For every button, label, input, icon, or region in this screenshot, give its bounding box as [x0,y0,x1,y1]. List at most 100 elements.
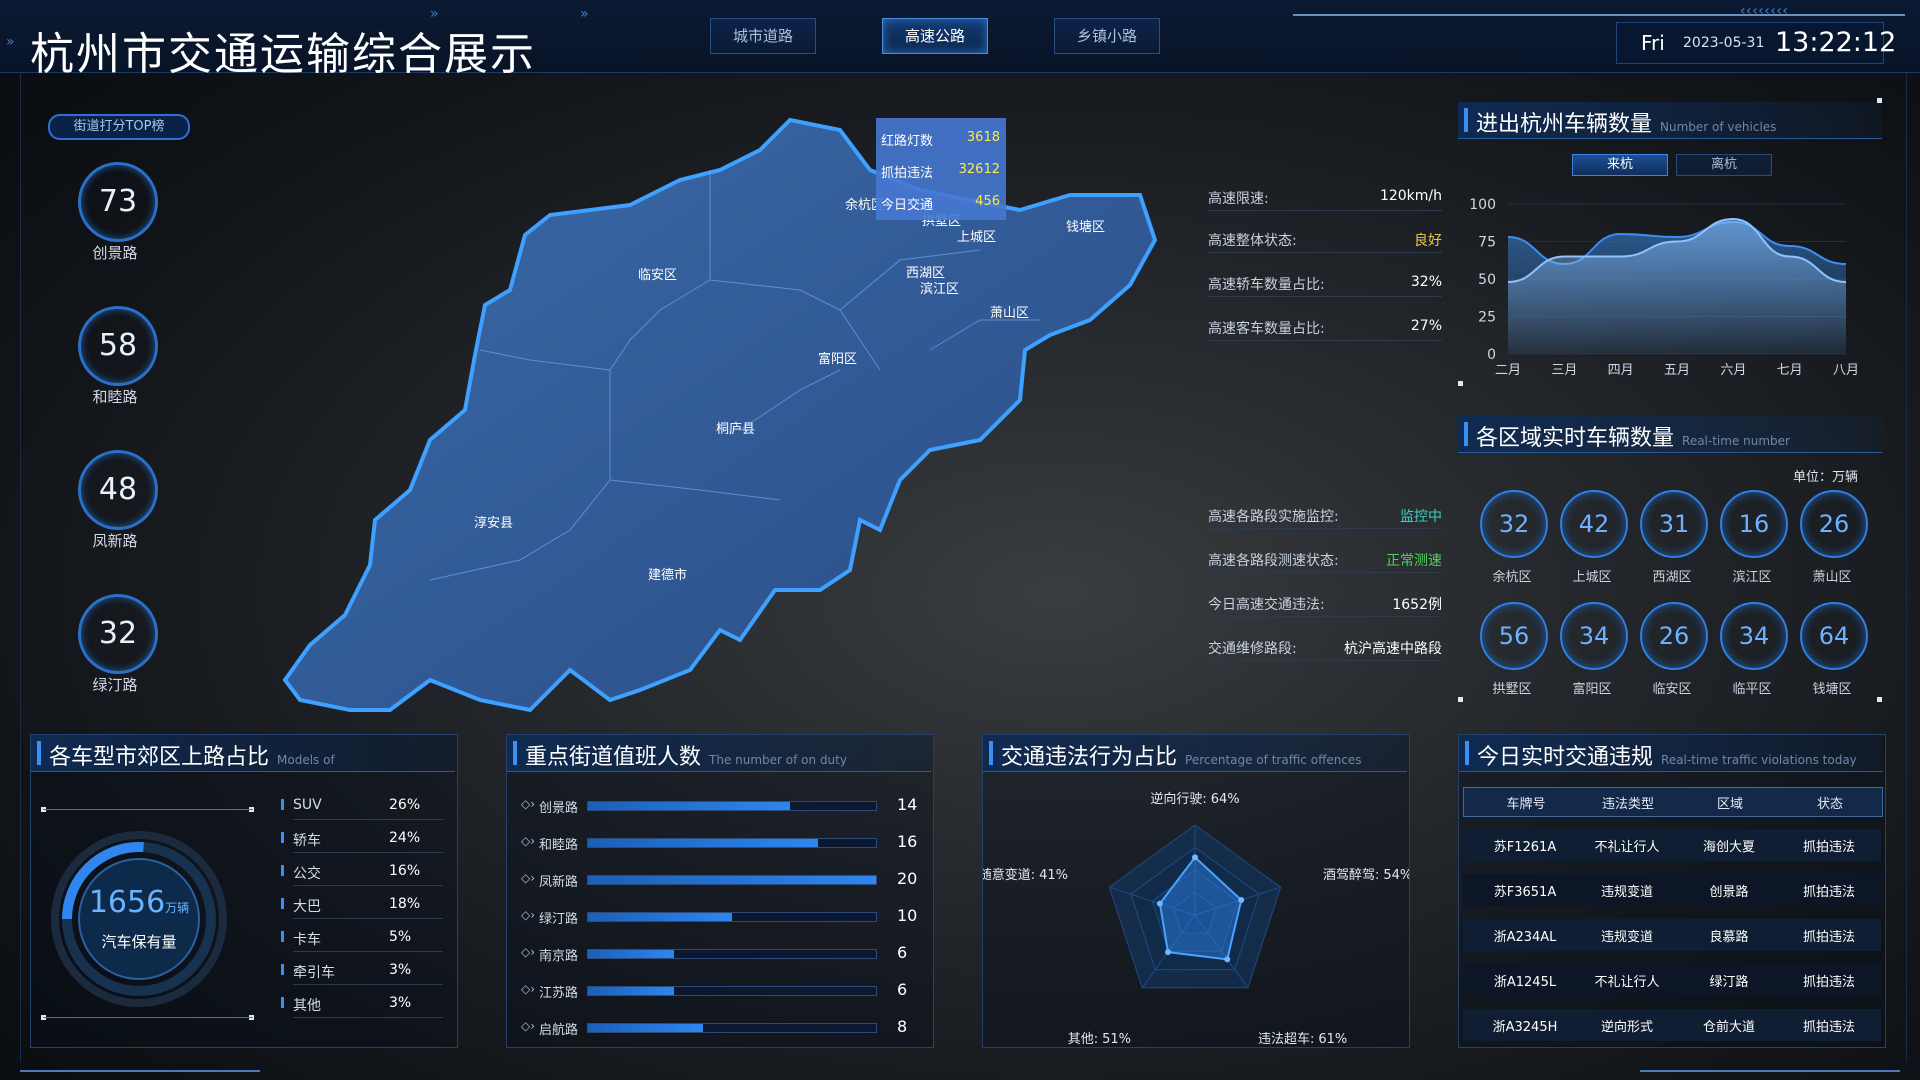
tab-city-road[interactable]: 城市道路 [710,18,816,54]
stat-divider [1208,340,1442,341]
district-count: 56 [1498,622,1530,650]
vehicles-subtitle: Number of vehicles [1660,120,1777,134]
rank-score: 58 [98,328,138,363]
vehicles-title: 进出杭州车辆数量 [1476,112,1653,137]
violations-cell: 浙A1245L [1493,975,1557,990]
district-name: 萧山区 [1812,570,1852,585]
chevron-right-icon: » [6,34,14,50]
tab-highway[interactable]: 高速公路 [882,18,988,54]
district-count-circle: 26 [1800,490,1868,558]
model-marker [281,997,284,1008]
hangzhou-map[interactable] [280,110,1180,720]
stat-divider [1208,252,1442,253]
models-panel: 各车型市郊区上路占比 Models of 1656万辆 汽车保有量 SUV 26% 轿… [30,734,458,1048]
chart-ytick: 75 [1478,235,1496,251]
vehicles-tab-outgoing[interactable]: 离杭 [1676,154,1772,176]
violations-row[interactable]: 苏F3651A 违规变道 创景路 抓拍违法 [1463,874,1881,906]
violations-cell: 绿汀路 [1709,975,1749,990]
district-count: 32 [1498,510,1530,538]
map-district-label: 桐庐县 [716,422,756,437]
map-district-label: 淳安县 [474,516,514,531]
district-count-circle: 31 [1640,490,1708,558]
tab-township-road[interactable]: 乡镇小路 [1054,18,1160,54]
map-district-label: 临安区 [638,268,678,283]
district-count: 42 [1578,510,1610,538]
radar-point [1156,900,1163,907]
model-divider [293,819,443,820]
radar-point [1192,854,1198,861]
duty-bar-track [587,838,877,848]
page-title: 杭州市交通运输综合展示 [30,29,536,80]
bottom-decoration [20,1070,260,1072]
violations-row[interactable]: 浙A1245L 不礼让行人 绿汀路 抓拍违法 [1463,964,1881,996]
model-name: 公交 [293,866,321,882]
rank-street-name: 创景路 [92,244,138,262]
violations-panel: 今日实时交通违规 Real-time traffic violations tod… [1458,734,1886,1048]
duty-bar-track [587,1023,877,1033]
map-popup: 红路灯数 3618 抓拍违法 32612 今日交通 456 [876,118,1006,220]
highway-stat-value: 杭沪高速中路段 [1344,641,1442,657]
district-name: 临安区 [1652,682,1692,697]
chart-xtick: 四月 [1608,363,1634,378]
rank-score-ring: 58 [78,306,158,386]
map-district-label: 萧山区 [990,306,1030,321]
chart-xtick: 二月 [1495,363,1521,378]
frame-right [1906,72,1907,1062]
highway-stat-label: 高速限速: [1208,191,1269,207]
district-name: 余杭区 [1492,570,1532,585]
district-count: 26 [1818,510,1850,538]
district-count: 16 [1738,510,1770,538]
map-district-label: 钱塘区 [1066,220,1106,235]
model-marker [281,964,284,975]
violations-cell: 抓拍违法 [1802,930,1855,945]
violations-cell: 违规变道 [1600,930,1653,945]
duty-bar-track [587,875,877,885]
vehicles-tab-incoming[interactable]: 来杭 [1572,154,1668,176]
radar-label-pct: 61% [1318,1032,1347,1045]
model-marker [281,799,284,810]
violations-header-cell: 违法类型 [1601,797,1654,812]
duty-bar-fill [588,876,876,884]
highway-stat-value: 120km/h [1379,188,1442,204]
violations-header-cell: 状态 [1816,797,1843,812]
models-title: 各车型市郊区上路占比 [49,745,270,770]
map-district-label: 建德市 [648,568,688,583]
frame-left [20,72,21,1062]
violations-cell: 抓拍违法 [1802,885,1855,900]
violations-cell: 逆向形式 [1600,1020,1653,1035]
model-divider [293,1017,443,1018]
rank-street-name: 和睦路 [92,388,138,406]
model-name: 轿车 [293,833,321,849]
duty-bar-track [587,986,877,996]
model-marker [281,931,284,942]
violations-row[interactable]: 浙A234AL 违规变道 良慕路 抓拍违法 [1463,919,1881,951]
violations-subtitle: Real-time traffic violations today [1661,753,1857,767]
rank-score-ring: 73 [78,162,158,242]
popup-value: 456 [975,194,1000,209]
violations-row[interactable]: 浙A3245H 逆向形式 仓前大道 抓拍违法 [1463,1009,1881,1041]
duty-street-name: 启航路 [539,1023,579,1038]
street-rank-badge[interactable]: 街道打分TOP榜 [48,114,190,140]
stat-divider [1208,528,1442,529]
violations-header-cell: 区域 [1716,797,1743,812]
highway-stat-value: 良好 [1414,233,1442,249]
violations-cell: 苏F1261A [1493,840,1557,855]
map-district-label: 富阳区 [818,352,858,367]
model-divider [293,885,443,886]
chart-xtick: 八月 [1833,363,1859,378]
duty-count: 8 [897,1017,908,1036]
model-name: 卡车 [293,932,321,948]
district-name: 富阳区 [1572,682,1612,697]
violations-row[interactable]: 苏F1261A 不礼让行人 海创大夏 抓拍违法 [1463,829,1881,861]
chart-ytick: 100 [1469,197,1496,213]
rank-score: 32 [98,616,138,651]
model-name: 牵引车 [293,965,335,981]
violations-cell: 仓前大道 [1702,1020,1755,1035]
violations-cell: 苏F3651A [1493,885,1557,900]
highway-stat-value: 32% [1410,274,1442,290]
district-count: 31 [1658,510,1690,538]
stat-divider [1208,660,1442,661]
districts-unit: 单位：万辆 [1792,470,1858,485]
stat-divider [1208,210,1442,211]
duty-panel: 重点街道值班人数 The number of on duty ◇› 创景路 14 ◇› 和… [506,734,934,1048]
